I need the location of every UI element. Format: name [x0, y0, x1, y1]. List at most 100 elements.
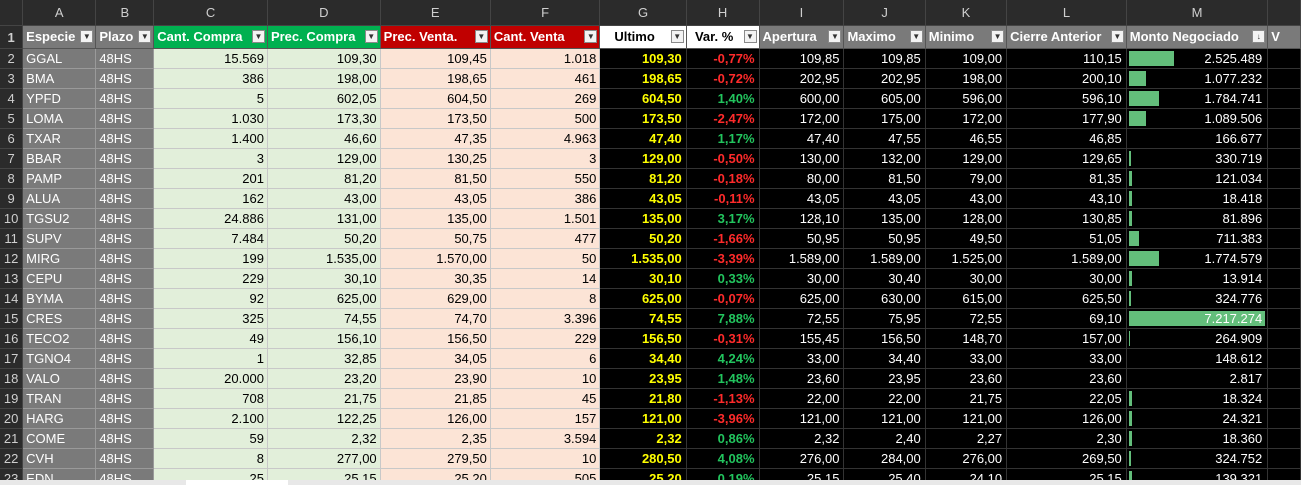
cell-d[interactable]: 81,20 [267, 168, 381, 189]
cell-k[interactable]: 172,00 [925, 108, 1008, 129]
cell-e[interactable]: 81,50 [380, 168, 491, 189]
cell-b[interactable]: 48HS [95, 108, 155, 129]
cell-l[interactable]: 126,00 [1006, 408, 1127, 429]
cell-a[interactable]: COME [22, 428, 97, 449]
cell-c[interactable]: 59 [153, 428, 268, 449]
active-sheet-tab[interactable] [186, 480, 288, 485]
cell-empty[interactable] [1267, 348, 1301, 369]
cell-f[interactable]: 4.963 [490, 128, 601, 149]
column-header-m[interactable]: M [1126, 0, 1269, 26]
cell-h[interactable]: 4,24% [686, 348, 760, 369]
cell-empty[interactable] [1267, 248, 1301, 269]
cell-empty[interactable] [1267, 228, 1301, 249]
cell-c[interactable]: 201 [153, 168, 268, 189]
cell-g[interactable]: 129,00 [599, 148, 687, 169]
column-header-extra[interactable] [1267, 0, 1301, 26]
cell-k[interactable]: 615,00 [925, 288, 1008, 309]
cell-c[interactable]: 1.030 [153, 108, 268, 129]
cell-i[interactable]: 172,00 [759, 108, 845, 129]
cell-h[interactable]: -2,47% [686, 108, 760, 129]
column-header-f[interactable]: F [490, 0, 601, 26]
cell-i[interactable]: 50,95 [759, 228, 845, 249]
cell-i[interactable]: 109,85 [759, 48, 845, 69]
column-header-j[interactable]: J [843, 0, 926, 26]
cell-monto-negociado[interactable]: 1.784.741 [1126, 88, 1269, 109]
cell-b[interactable]: 48HS [95, 148, 155, 169]
cell-g[interactable]: 81,20 [599, 168, 687, 189]
filter-dropdown-icon[interactable]: ↓ [1252, 30, 1266, 43]
cell-l[interactable]: 33,00 [1006, 348, 1127, 369]
cell-monto-negociado[interactable]: 2.817 [1126, 368, 1269, 389]
cell-empty[interactable] [1267, 388, 1301, 409]
cell-e[interactable]: 135,00 [380, 208, 491, 229]
cell-f[interactable]: 6 [490, 348, 601, 369]
cell-monto-negociado[interactable]: 81.896 [1126, 208, 1269, 229]
cell-i[interactable]: 43,05 [759, 188, 845, 209]
cell-empty[interactable] [1267, 288, 1301, 309]
cell-g[interactable]: 50,20 [599, 228, 687, 249]
cell-a[interactable]: SUPV [22, 228, 97, 249]
row-number[interactable]: 3 [0, 68, 24, 89]
cell-empty[interactable] [1267, 88, 1301, 109]
cell-a[interactable]: TECO2 [22, 328, 97, 349]
cell-e[interactable]: 126,00 [380, 408, 491, 429]
cell-d[interactable]: 32,85 [267, 348, 381, 369]
cell-c[interactable]: 325 [153, 308, 268, 329]
cell-d[interactable]: 23,20 [267, 368, 381, 389]
cell-i[interactable]: 202,95 [759, 68, 845, 89]
cell-l[interactable]: 69,10 [1006, 308, 1127, 329]
cell-a[interactable]: YPFD [22, 88, 97, 109]
cell-c[interactable]: 24.886 [153, 208, 268, 229]
cell-h[interactable]: -0,77% [686, 48, 760, 69]
cell-f[interactable]: 550 [490, 168, 601, 189]
cell-j[interactable]: 284,00 [843, 448, 926, 469]
cell-empty[interactable] [1267, 168, 1301, 189]
cell-b[interactable]: 48HS [95, 328, 155, 349]
cell-f[interactable]: 3.396 [490, 308, 601, 329]
cell-empty[interactable] [1267, 128, 1301, 149]
row-number[interactable]: 10 [0, 208, 24, 229]
cell-g[interactable]: 1.535,00 [599, 248, 687, 269]
cell-a[interactable]: GGAL [22, 48, 97, 69]
filter-dropdown-icon[interactable]: ▼ [138, 30, 152, 43]
cell-empty[interactable] [1267, 68, 1301, 89]
row-number[interactable]: 16 [0, 328, 24, 349]
cell-d[interactable]: 625,00 [267, 288, 381, 309]
cell-l[interactable]: 43,10 [1006, 188, 1127, 209]
cell-g[interactable]: 156,50 [599, 328, 687, 349]
cell-d[interactable]: 122,25 [267, 408, 381, 429]
cell-h[interactable]: 3,17% [686, 208, 760, 229]
cell-g[interactable]: 34,40 [599, 348, 687, 369]
cell-monto-negociado[interactable]: 24.321 [1126, 408, 1269, 429]
cell-l[interactable]: 2,30 [1006, 428, 1127, 449]
cell-monto-negociado[interactable]: 264.909 [1126, 328, 1269, 349]
cell-e[interactable]: 21,85 [380, 388, 491, 409]
cell-k[interactable]: 148,70 [925, 328, 1008, 349]
row-number[interactable]: 15 [0, 308, 24, 329]
cell-c[interactable]: 92 [153, 288, 268, 309]
column-header-h[interactable]: H [686, 0, 760, 26]
cell-monto-negociado[interactable]: 2.525.489 [1126, 48, 1269, 69]
row-number[interactable]: 20 [0, 408, 24, 429]
cell-a[interactable]: BYMA [22, 288, 97, 309]
cell-a[interactable]: HARG [22, 408, 97, 429]
cell-k[interactable]: 46,55 [925, 128, 1008, 149]
row-number[interactable]: 5 [0, 108, 24, 129]
cell-l[interactable]: 22,05 [1006, 388, 1127, 409]
cell-k[interactable]: 30,00 [925, 268, 1008, 289]
filter-dropdown-icon[interactable]: ▼ [584, 30, 598, 43]
cell-monto-negociado[interactable]: 18.418 [1126, 188, 1269, 209]
cell-d[interactable]: 2,32 [267, 428, 381, 449]
cell-j[interactable]: 75,95 [843, 308, 926, 329]
cell-h[interactable]: -1,13% [686, 388, 760, 409]
cell-empty[interactable] [1267, 148, 1301, 169]
cell-a[interactable]: PAMP [22, 168, 97, 189]
cell-i[interactable]: 80,00 [759, 168, 845, 189]
filter-dropdown-icon[interactable]: ▼ [991, 30, 1005, 43]
cell-g[interactable]: 2,32 [599, 428, 687, 449]
cell-e[interactable]: 50,75 [380, 228, 491, 249]
cell-a[interactable]: CRES [22, 308, 97, 329]
cell-j[interactable]: 156,50 [843, 328, 926, 349]
cell-i[interactable]: 47,40 [759, 128, 845, 149]
cell-f[interactable]: 461 [490, 68, 601, 89]
